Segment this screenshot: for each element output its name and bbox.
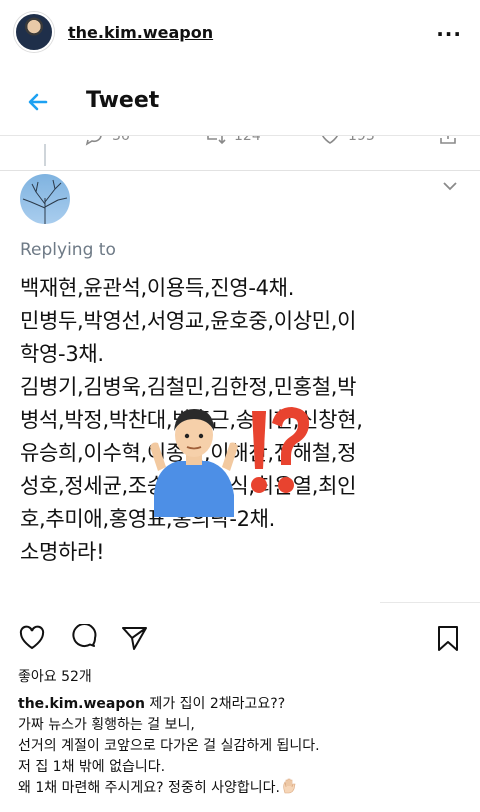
likes-count[interactable]: 좋아요 52개 xyxy=(18,666,92,686)
replying-to-label: Replying to xyxy=(20,240,116,260)
post-username[interactable]: the.kim.weapon xyxy=(68,23,213,42)
more-horizontal-icon[interactable]: ··· xyxy=(436,22,462,46)
retweet-icon xyxy=(207,136,226,145)
reply-count: 36 xyxy=(112,136,130,144)
caption-first-line: the.kim.weapon 제가 집이 2채라고요?? xyxy=(18,694,468,715)
caption-line: 저 집 1채 밖에 없습니다. xyxy=(18,759,166,775)
retweet-action[interactable]: 124 xyxy=(204,136,261,146)
caption-line: 왜 1채 마련해 주시게요? 정중히 사양합니다. xyxy=(18,780,280,796)
post-image: Tweet 36 124 193 Replying to 백재현,윤관석,이용득… xyxy=(0,64,480,614)
reply-action[interactable]: 36 xyxy=(84,136,130,146)
send-icon[interactable] xyxy=(120,624,148,652)
tree-icon xyxy=(22,179,68,224)
tweet-topbar: Tweet xyxy=(0,64,480,136)
caption-last-line: 왜 1채 마련해 주시게요? 정중히 사양합니다. xyxy=(18,778,468,799)
bookmark-icon[interactable] xyxy=(434,624,462,652)
share-action[interactable] xyxy=(438,136,458,146)
tweet-line: 백재현,윤관석,이용득,진영-4채. xyxy=(20,276,295,300)
caption-line: 선거의 계절이 코앞으로 다가온 걸 실감하게 됩니다. xyxy=(18,738,320,754)
caption-username[interactable]: the.kim.weapon xyxy=(18,696,145,712)
caption-text: 제가 집이 2채라고요?? xyxy=(144,696,286,712)
tweet-line: 민병두,박영선,서영교,윤호중,이상민,이 xyxy=(20,309,357,333)
tweet-line: 학영-3채. xyxy=(20,342,104,366)
caption-line: 가짜 뉴스가 횡행하는 걸 보니, xyxy=(18,717,195,733)
heart-outline-icon xyxy=(322,136,338,144)
tweet-line: 소명하라! xyxy=(20,540,105,564)
comment-icon[interactable] xyxy=(70,624,98,652)
reply-icon xyxy=(85,136,102,146)
raised-hand-icon xyxy=(283,778,296,794)
like-action[interactable]: 193 xyxy=(320,136,375,146)
tweet-action-row: 36 124 193 xyxy=(0,136,480,152)
like-count: 193 xyxy=(348,136,375,144)
chevron-down-icon[interactable] xyxy=(442,180,458,192)
post-header: the.kim.weapon ··· xyxy=(0,0,480,64)
person-shrugging-icon xyxy=(150,409,238,517)
interrobang-icon xyxy=(251,407,310,493)
tweet-author-avatar[interactable] xyxy=(20,174,70,224)
caption: the.kim.weapon 제가 집이 2채라고요?? 가짜 뉴스가 횡행하는… xyxy=(18,694,468,799)
avatar[interactable] xyxy=(14,12,54,52)
tweet-title: Tweet xyxy=(86,88,160,113)
shrug-sticker xyxy=(150,407,310,517)
post-actions xyxy=(0,614,480,662)
heart-icon[interactable] xyxy=(18,624,46,652)
divider xyxy=(380,602,480,603)
thread-line xyxy=(44,144,46,166)
retweet-count: 124 xyxy=(234,136,261,144)
share-icon xyxy=(440,136,456,144)
arrow-left-icon[interactable] xyxy=(26,90,50,114)
divider xyxy=(0,170,480,171)
